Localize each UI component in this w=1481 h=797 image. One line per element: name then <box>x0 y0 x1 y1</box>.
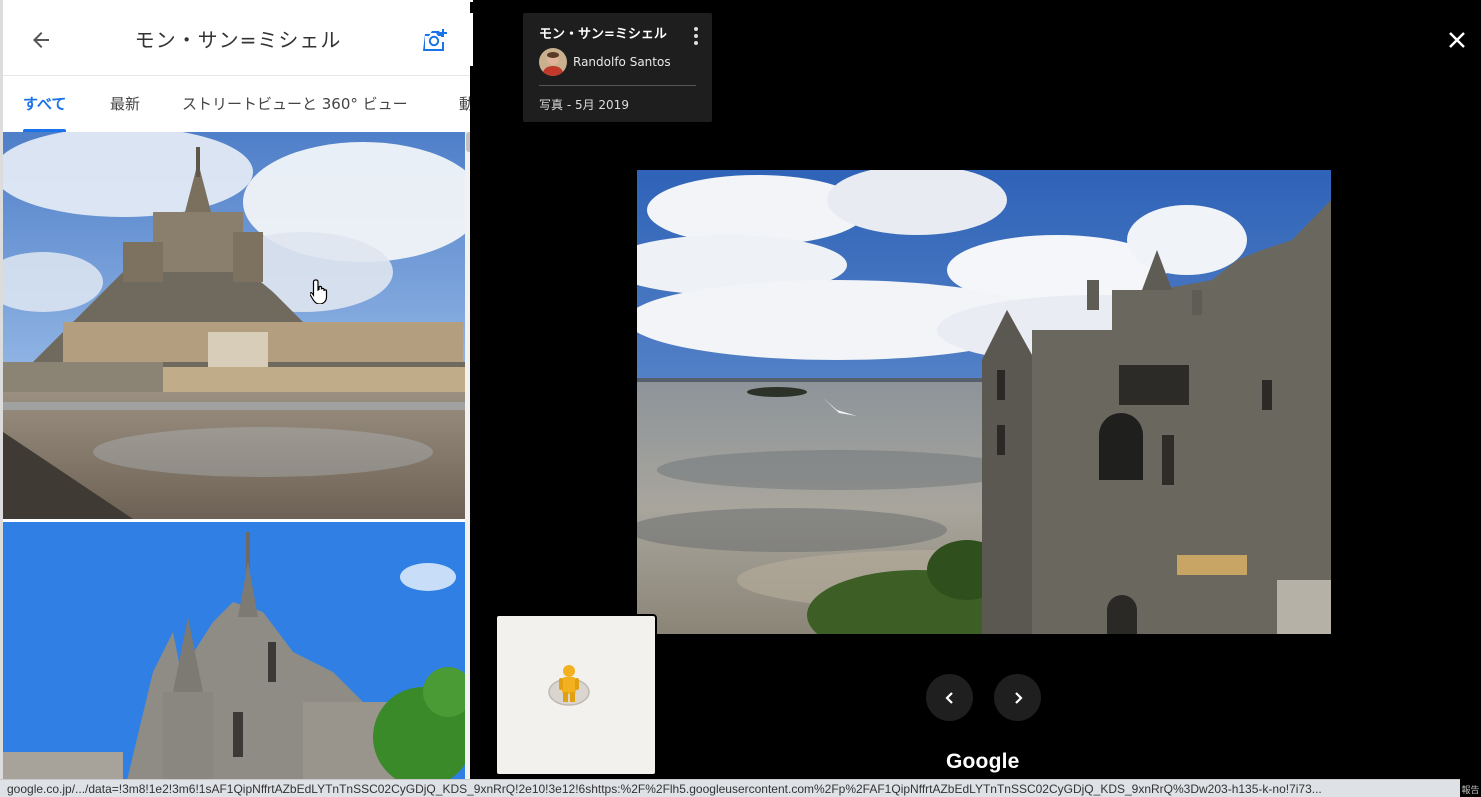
photo-date: 写真 - 5月 2019 <box>539 98 629 112</box>
status-bar-url: google.co.jp/.../data=!3m8!1e2!3m6!1sAF1… <box>0 779 1460 797</box>
report-link[interactable]: 報告 <box>1460 783 1481 796</box>
back-button[interactable] <box>23 22 59 58</box>
info-card-title: モン・サン=ミシェル <box>539 27 667 42</box>
camera-add-icon <box>423 29 447 51</box>
arrow-left-icon <box>33 32 49 48</box>
main-photo[interactable] <box>637 170 1331 634</box>
tab-street-view-360[interactable]: ストリートビューと 360° ビュー <box>182 76 408 132</box>
more-vert-icon <box>694 27 698 45</box>
close-button[interactable] <box>1441 24 1473 56</box>
photo-author[interactable]: Randolfo Santos <box>539 48 671 76</box>
next-photo-button[interactable] <box>994 674 1041 721</box>
abbey-church-photo <box>3 522 465 797</box>
google-logo: Google <box>946 750 1020 773</box>
mont-saint-michel-photo <box>3 132 465 519</box>
add-photo-button[interactable] <box>416 20 456 60</box>
tab-videos[interactable]: 動 <box>459 76 470 132</box>
more-options-button[interactable] <box>690 25 702 47</box>
photo-info-card: モン・サン=ミシェル Randolfo Santos 写真 - 5月 2019 <box>523 13 712 122</box>
page-title: モン・サン=ミシェル <box>134 28 342 52</box>
divider <box>539 85 696 86</box>
avatar <box>539 48 567 76</box>
photo-thumbnail[interactable] <box>3 522 465 797</box>
photo-thumbnail[interactable] <box>3 132 465 519</box>
street-view-pegman[interactable] <box>495 614 657 776</box>
app: モン・サン=ミシェル すべて 最新 ストリートビューと 360° ビュー 動 <box>0 0 1481 797</box>
tab-all[interactable]: すべて <box>23 76 67 132</box>
photo-tabs: すべて 最新 ストリートビューと 360° ビュー 動 <box>3 76 470 132</box>
scrollbar-thumb[interactable] <box>466 132 470 152</box>
chevron-left-icon <box>944 691 953 704</box>
hand-cursor-icon <box>309 278 332 308</box>
pegman-icon <box>548 665 590 706</box>
abbey-bay-photo <box>637 170 1331 634</box>
scrollbar[interactable] <box>465 132 470 797</box>
previous-photo-button[interactable] <box>926 674 973 721</box>
author-name: Randolfo Santos <box>573 55 671 69</box>
tab-latest[interactable]: 最新 <box>110 76 140 132</box>
panel-header: モン・サン=ミシェル <box>3 0 470 76</box>
photo-panel: モン・サン=ミシェル すべて 最新 ストリートビューと 360° ビュー 動 <box>0 0 470 797</box>
chevron-right-icon <box>1014 691 1023 704</box>
close-icon <box>1449 32 1465 48</box>
